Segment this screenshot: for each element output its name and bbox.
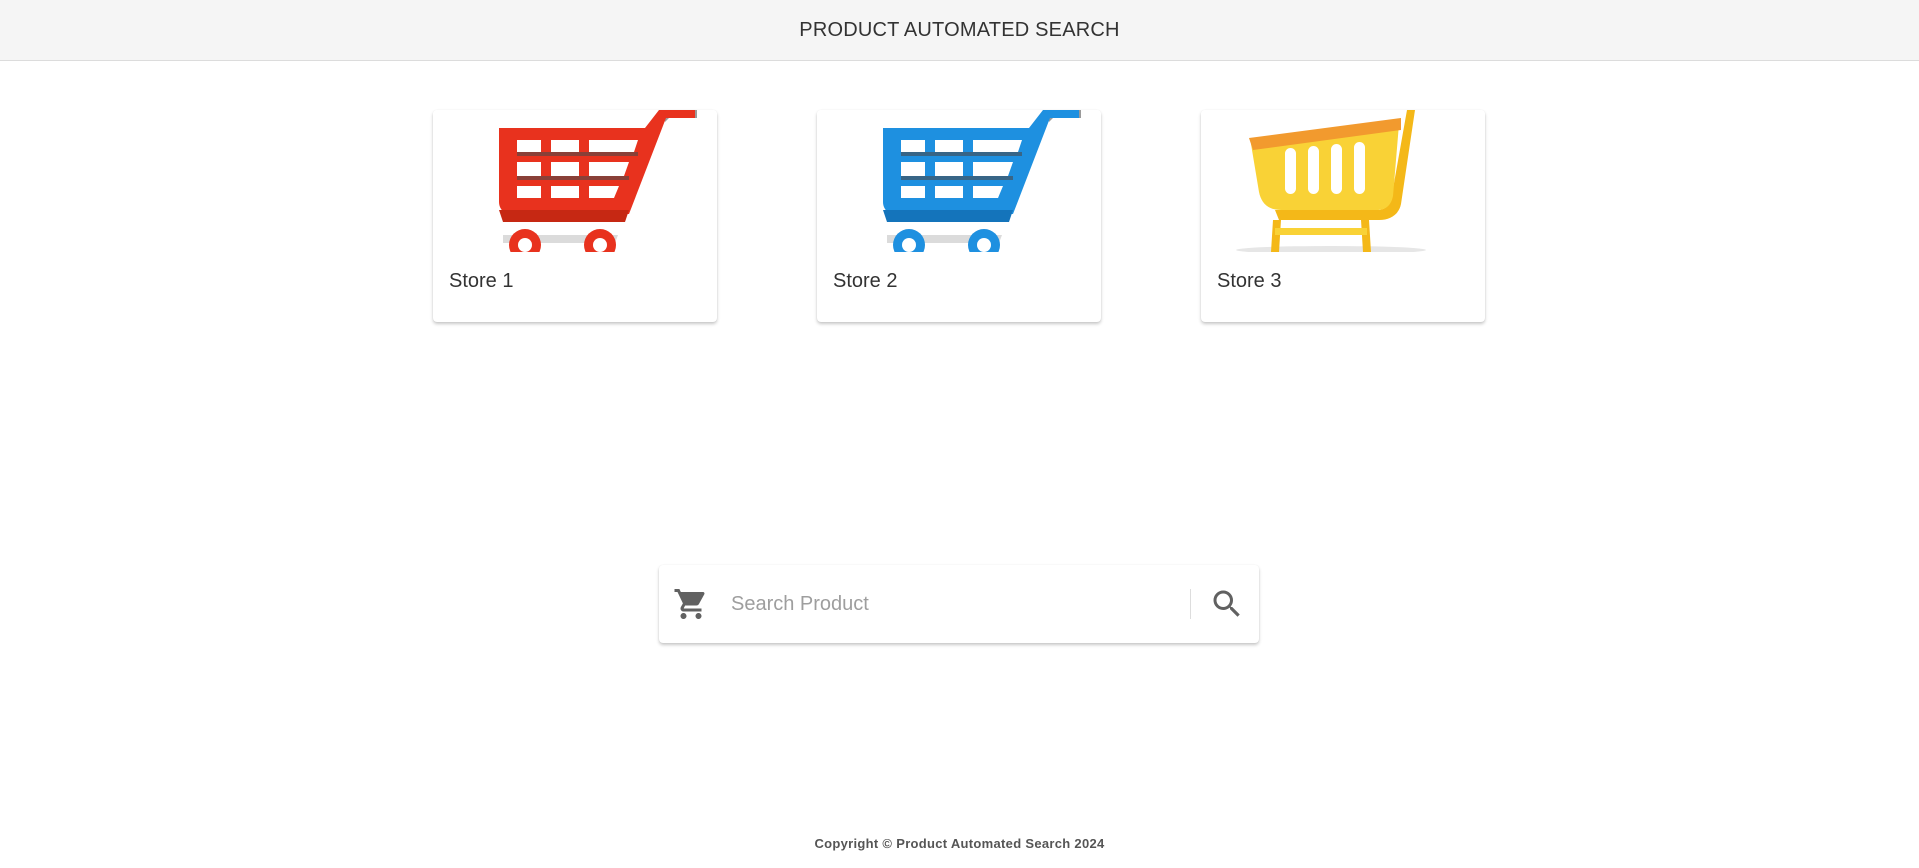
store-card-2-image bbox=[817, 110, 1101, 252]
store-card-1[interactable]: Store 1 bbox=[433, 110, 717, 322]
store-card-3-label: Store 3 bbox=[1217, 270, 1282, 292]
search-input[interactable] bbox=[731, 585, 1181, 623]
search-bar bbox=[659, 565, 1259, 643]
store-card-2[interactable]: Store 2 bbox=[817, 110, 1101, 322]
yellow-shopping-cart-icon bbox=[1236, 110, 1426, 252]
search-button[interactable] bbox=[1204, 581, 1250, 627]
search-icon bbox=[1213, 590, 1240, 617]
store-card-3-image bbox=[1201, 110, 1485, 252]
store-card-1-image bbox=[433, 110, 717, 252]
store-card-1-label: Store 1 bbox=[449, 270, 514, 292]
app-header: PRODUCT AUTOMATED SEARCH bbox=[0, 0, 1919, 61]
store-card-2-label: Store 2 bbox=[833, 270, 898, 292]
red-shopping-cart-icon bbox=[499, 110, 697, 252]
store-card-3[interactable]: Store 3 bbox=[1201, 110, 1485, 322]
blue-shopping-cart-icon bbox=[883, 110, 1081, 252]
footer-copyright: Copyright © Product Automated Search 202… bbox=[814, 836, 1105, 851]
page-title: PRODUCT AUTOMATED SEARCH bbox=[799, 18, 1120, 41]
search-divider bbox=[1190, 589, 1191, 619]
shopping-cart-icon bbox=[673, 586, 709, 622]
